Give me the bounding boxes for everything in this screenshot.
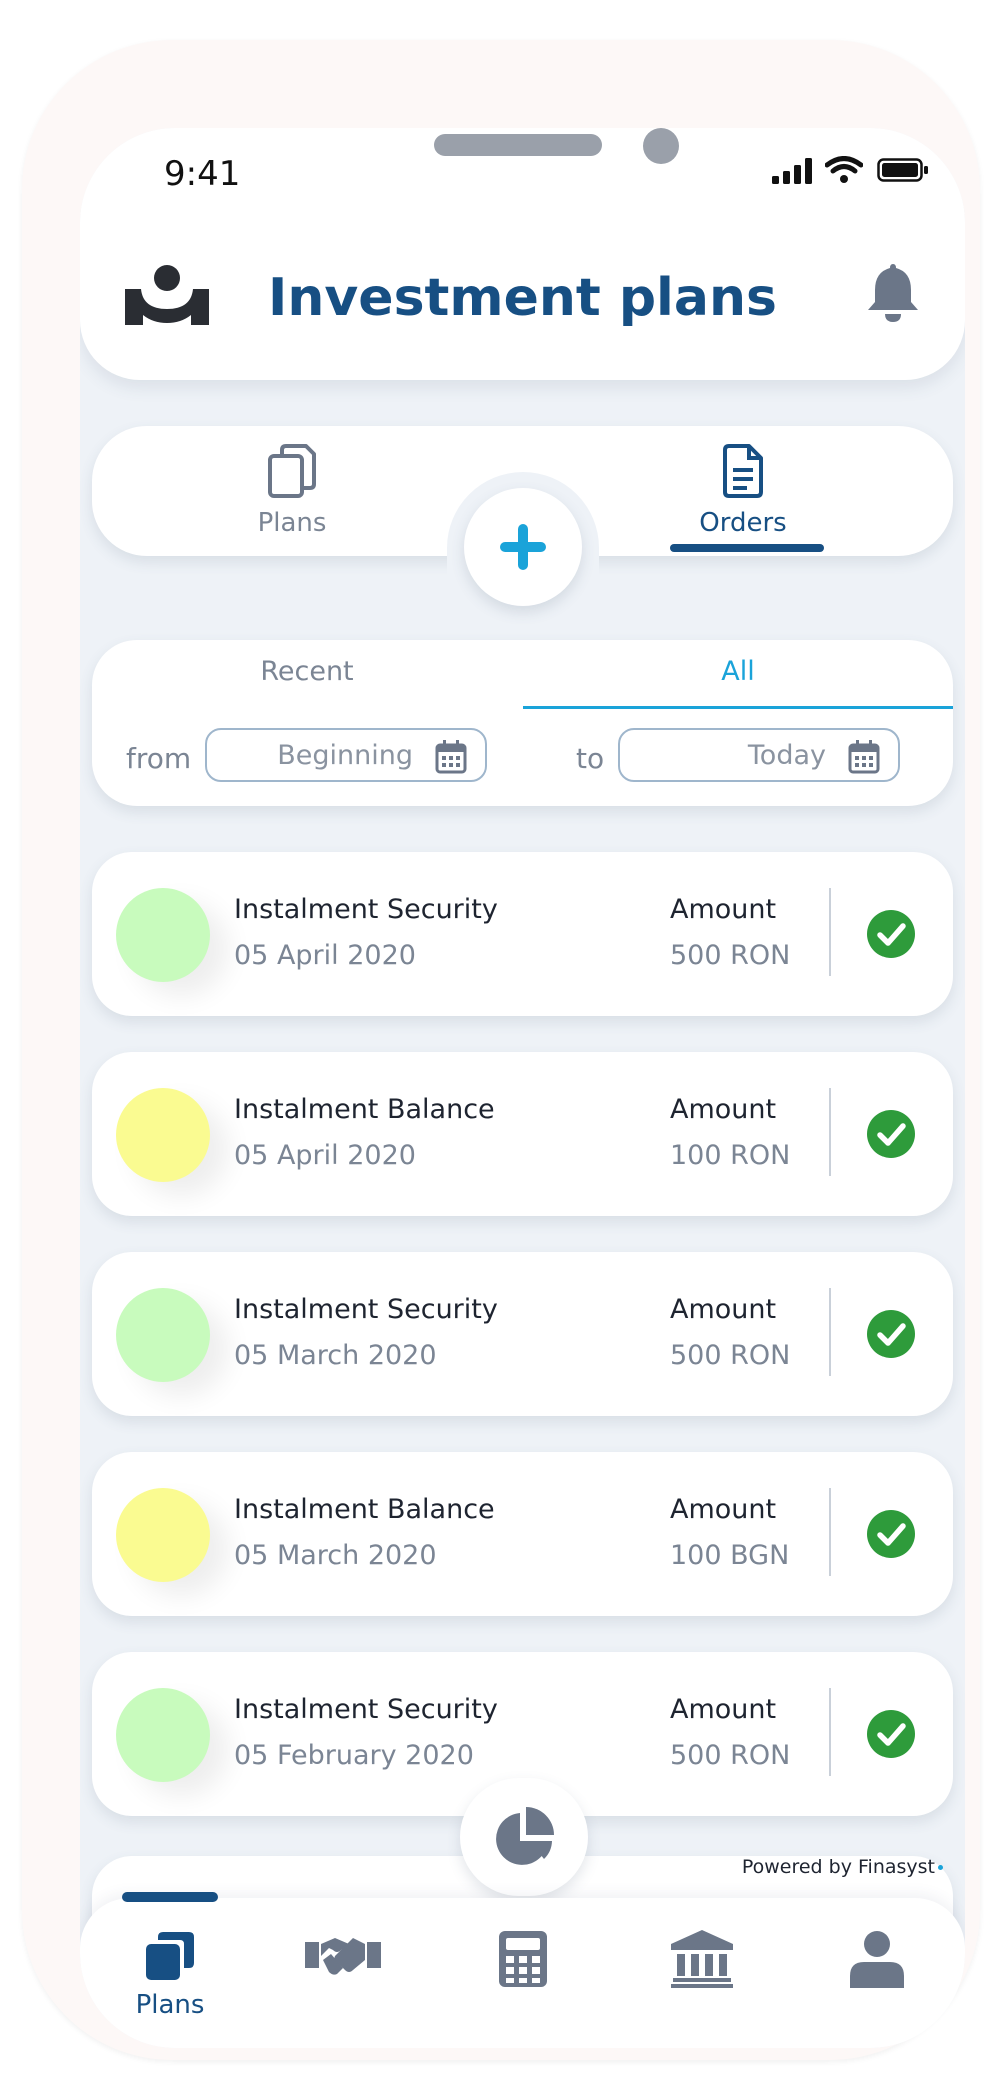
divider — [829, 1288, 831, 1376]
calculator-icon — [499, 1931, 547, 1987]
status-bar: 9:41 — [80, 128, 965, 218]
order-date: 05 March 2020 — [234, 1340, 437, 1371]
bell-icon[interactable] — [863, 260, 923, 324]
amount-label: Amount — [670, 1694, 777, 1725]
order-name: Instalment Security — [234, 894, 498, 925]
nav-active-indicator — [122, 1892, 218, 1902]
check-circle-icon — [867, 1310, 915, 1358]
order-color-dot — [116, 1088, 210, 1182]
check-circle-icon — [867, 1510, 915, 1558]
date-to-value: Today — [747, 740, 826, 771]
nav-item-profile[interactable] — [817, 1930, 937, 1992]
tab-plans-label: Plans — [257, 508, 327, 538]
order-color-dot — [116, 1288, 210, 1382]
filter-tab-recent[interactable]: Recent — [92, 656, 522, 687]
camera-notch — [643, 128, 679, 164]
amount-value: 100 RON — [670, 1140, 791, 1171]
page-title: Investment plans — [268, 268, 777, 328]
order-card[interactable]: Instalment Balance 05 March 2020 Amount … — [92, 1452, 953, 1616]
order-card[interactable]: Instalment Security 05 April 2020 Amount… — [92, 852, 953, 1016]
date-from-field[interactable]: Beginning — [205, 728, 487, 782]
filter-active-underline — [523, 706, 953, 709]
amount-value: 500 RON — [670, 1740, 791, 1771]
order-date: 05 February 2020 — [234, 1740, 474, 1771]
divider — [829, 1688, 831, 1776]
speaker-notch — [434, 134, 602, 156]
amount-label: Amount — [670, 1094, 777, 1125]
amount-value: 100 BGN — [670, 1540, 790, 1571]
brand-dot — [938, 1865, 943, 1870]
tab-orders[interactable]: Orders — [643, 444, 843, 538]
nav-item-bank[interactable] — [642, 1930, 762, 1992]
plus-icon — [500, 524, 546, 570]
order-date: 05 April 2020 — [234, 940, 416, 971]
pie-chart-icon — [496, 1807, 554, 1865]
amount-value: 500 RON — [670, 1340, 791, 1371]
powered-by-label: Powered by Finasyst — [742, 1856, 943, 1878]
wifi-icon — [825, 156, 863, 183]
order-color-dot — [116, 888, 210, 982]
status-time: 9:41 — [164, 154, 241, 194]
order-color-dot — [116, 1688, 210, 1782]
nav-label-plans: Plans — [135, 1990, 205, 2020]
check-circle-icon — [867, 910, 915, 958]
date-to-field[interactable]: Today — [618, 728, 900, 782]
order-name: Instalment Security — [234, 1694, 498, 1725]
profile-icon — [850, 1931, 904, 1988]
add-button[interactable] — [464, 488, 582, 606]
calendar-icon — [848, 740, 880, 774]
signal-icon — [772, 158, 812, 184]
order-card[interactable]: Instalment Security 05 March 2020 Amount… — [92, 1252, 953, 1416]
phone-frame: 9:41 Investment plans Plans Orders Recen… — [22, 40, 980, 2060]
bottom-navigation: Plans — [80, 1892, 965, 2048]
order-name: Instalment Balance — [234, 1094, 495, 1125]
bank-icon — [671, 1930, 733, 1988]
active-tab-indicator — [670, 544, 824, 552]
calendar-icon — [435, 740, 467, 774]
document-icon — [723, 444, 763, 498]
check-circle-icon — [867, 1110, 915, 1158]
app-screen: 9:41 Investment plans Plans Orders Recen… — [80, 128, 965, 2048]
order-color-dot — [116, 1488, 210, 1582]
filter-card: Recent All from Beginning to Today — [92, 640, 953, 806]
app-header: 9:41 Investment plans — [80, 128, 965, 380]
to-label: to — [576, 742, 605, 775]
amount-label: Amount — [670, 1294, 777, 1325]
order-date: 05 April 2020 — [234, 1140, 416, 1171]
order-name: Instalment Security — [234, 1294, 498, 1325]
nav-item-calculator[interactable] — [463, 1930, 583, 1992]
order-card[interactable]: Instalment Balance 05 April 2020 Amount … — [92, 1052, 953, 1216]
copy-documents-icon — [268, 444, 316, 498]
amount-value: 500 RON — [670, 940, 791, 971]
portfolio-chart-button[interactable] — [460, 1778, 588, 1896]
from-label: from — [126, 742, 192, 775]
amount-label: Amount — [670, 894, 777, 925]
divider — [829, 1488, 831, 1576]
order-date: 05 March 2020 — [234, 1540, 437, 1571]
tab-plans[interactable]: Plans — [192, 444, 392, 538]
powered-by-text: Powered by Finasyst — [741, 1856, 935, 1878]
tab-orders-label: Orders — [699, 508, 787, 538]
plans-icon — [146, 1932, 194, 1980]
battery-icon — [877, 158, 928, 182]
handshake-icon — [305, 1938, 381, 1975]
divider — [829, 1088, 831, 1176]
nav-item-partners[interactable] — [283, 1930, 403, 1986]
date-from-value: Beginning — [277, 740, 413, 771]
check-circle-icon — [867, 1710, 915, 1758]
order-name: Instalment Balance — [234, 1494, 495, 1525]
filter-tab-all[interactable]: All — [523, 656, 953, 687]
nav-item-plans[interactable]: Plans — [110, 1930, 230, 2020]
divider — [829, 888, 831, 976]
amount-label: Amount — [670, 1494, 777, 1525]
